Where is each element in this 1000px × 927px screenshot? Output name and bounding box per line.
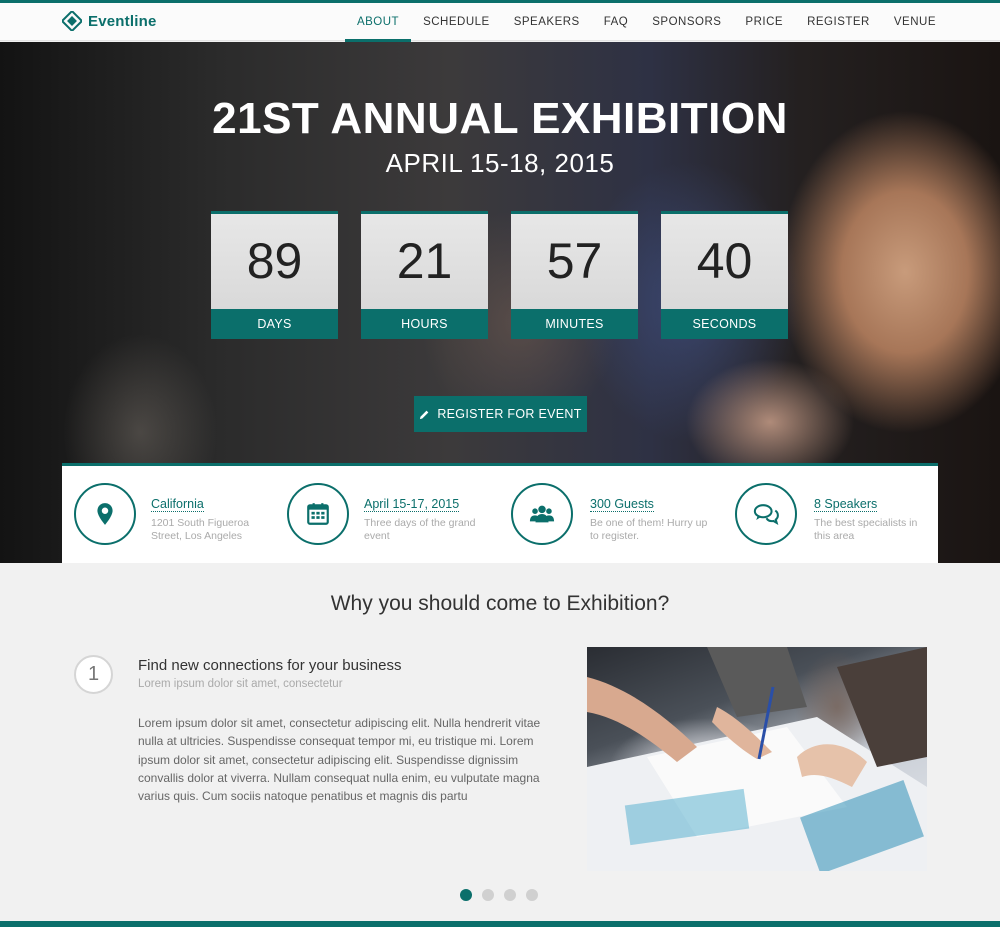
step-body-text: Lorem ipsum dolor sit amet, consectetur … [138, 716, 541, 804]
hero-title: 21ST ANNUAL EXHIBITION [212, 94, 788, 143]
meeting-photo [587, 647, 927, 871]
info-item-guests: 300 Guests Be one of them! Hurry up to r… [500, 466, 719, 563]
nav-item-price[interactable]: PRICE [733, 3, 795, 41]
countdown-days: 89 DAYS [211, 211, 338, 339]
step-title: Find new connections for your business [138, 657, 402, 674]
countdown-value: 40 [661, 211, 788, 309]
countdown-value: 21 [361, 211, 488, 309]
countdown-value: 89 [211, 211, 338, 309]
hero-date: APRIL 15-18, 2015 [385, 148, 615, 178]
info-title[interactable]: California [151, 497, 204, 512]
info-title[interactable]: 8 Speakers [814, 497, 878, 512]
nav-item-sponsors[interactable]: SPONSORS [640, 3, 733, 41]
info-title[interactable]: April 15-17, 2015 [364, 497, 460, 512]
step-subtitle: Lorem ipsum dolor sit amet, consectetur [138, 678, 343, 690]
users-icon [529, 505, 555, 523]
countdown-minutes: 57 MINUTES [511, 211, 638, 339]
top-navigation: Eventline ABOUT SCHEDULE SPEAKERS FAQ SP… [0, 3, 1000, 42]
photo-illustration [587, 647, 927, 871]
countdown-label: DAYS [211, 309, 338, 339]
chat-bubbles-icon [753, 504, 779, 525]
nav-item-faq[interactable]: FAQ [592, 3, 641, 41]
countdown-hours: 21 HOURS [361, 211, 488, 339]
info-description: The best specialists in this area [814, 517, 918, 542]
countdown-timer: 89 DAYS 21 HOURS 57 MINUTES 40 SECONDS [211, 211, 788, 339]
icon-circle [287, 483, 349, 545]
nav-item-schedule[interactable]: SCHEDULE [411, 3, 502, 41]
section-title: Why you should come to Exhibition? [330, 592, 670, 615]
logo[interactable]: Eventline [62, 11, 157, 31]
countdown-label: SECONDS [661, 309, 788, 339]
bottom-accent-bar [0, 921, 1000, 927]
brand-name: Eventline [88, 12, 157, 30]
main-menu: ABOUT SCHEDULE SPEAKERS FAQ SPONSORS PRI… [344, 3, 948, 42]
step-number-badge: 1 [74, 655, 113, 694]
icon-circle [735, 483, 797, 545]
register-for-event-button[interactable]: REGISTER FOR EVENT [414, 396, 587, 432]
countdown-value: 57 [511, 211, 638, 309]
icon-circle [511, 483, 573, 545]
pencil-icon [420, 410, 429, 419]
info-description: 1201 South Figueroa Street, Los Angeles [151, 517, 250, 542]
countdown-label: HOURS [361, 309, 488, 339]
slider-dot[interactable] [504, 889, 516, 901]
slider-dot[interactable] [460, 889, 472, 901]
register-button-label: REGISTER FOR EVENT [437, 407, 582, 421]
nav-item-about[interactable]: ABOUT [344, 3, 412, 42]
slider-pagination [460, 889, 548, 901]
icon-circle [74, 483, 136, 545]
nav-item-speakers[interactable]: SPEAKERS [502, 3, 592, 41]
countdown-seconds: 40 SECONDS [661, 211, 788, 339]
info-item-speakers: 8 Speakers The best specialists in this … [719, 466, 938, 563]
nav-item-register[interactable]: REGISTER [795, 3, 882, 41]
event-info-bar: California 1201 South Figueroa Street, L… [62, 463, 938, 563]
info-description: Be one of them! Hurry up to register. [590, 517, 708, 542]
slider-dot[interactable] [526, 889, 538, 901]
info-item-location: California 1201 South Figueroa Street, L… [62, 466, 281, 563]
map-marker-icon [97, 503, 113, 525]
nav-item-venue[interactable]: VENUE [882, 3, 948, 41]
calendar-icon [307, 503, 329, 525]
info-description: Three days of the grand event [364, 517, 476, 542]
logo-icon [62, 11, 82, 31]
countdown-label: MINUTES [511, 309, 638, 339]
info-item-dates: April 15-17, 2015 Three days of the gran… [281, 466, 500, 563]
slider-dot[interactable] [482, 889, 494, 901]
info-title[interactable]: 300 Guests [590, 497, 654, 512]
